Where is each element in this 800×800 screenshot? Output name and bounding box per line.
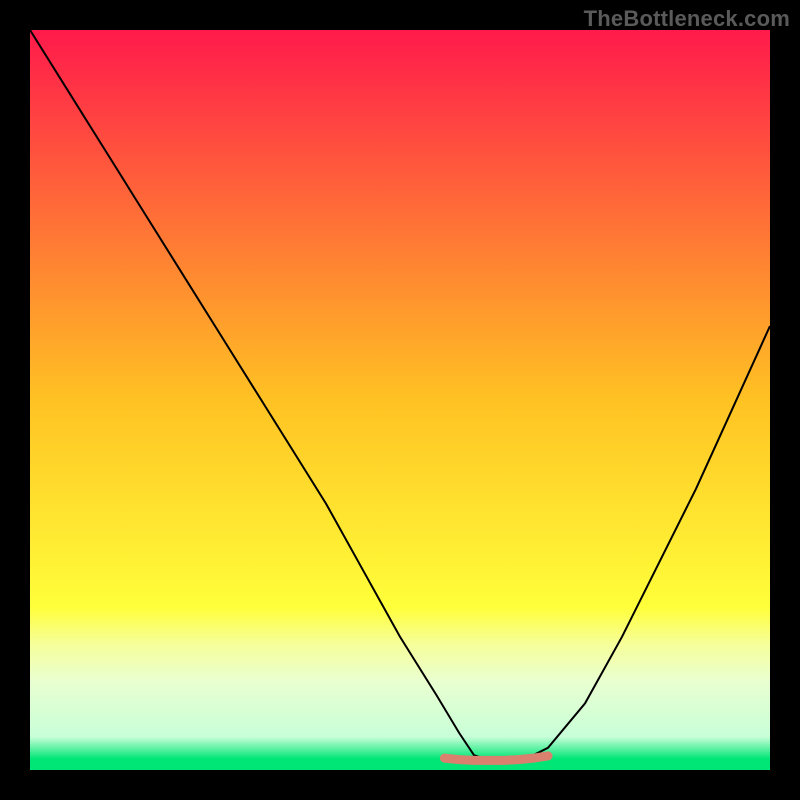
- optimal-zone-marker: [444, 756, 548, 760]
- gradient-background: [30, 30, 770, 770]
- watermark-text: TheBottleneck.com: [584, 6, 790, 32]
- chart-frame: TheBottleneck.com: [0, 0, 800, 800]
- bottleneck-chart: [30, 30, 770, 770]
- plot-area: [30, 30, 770, 770]
